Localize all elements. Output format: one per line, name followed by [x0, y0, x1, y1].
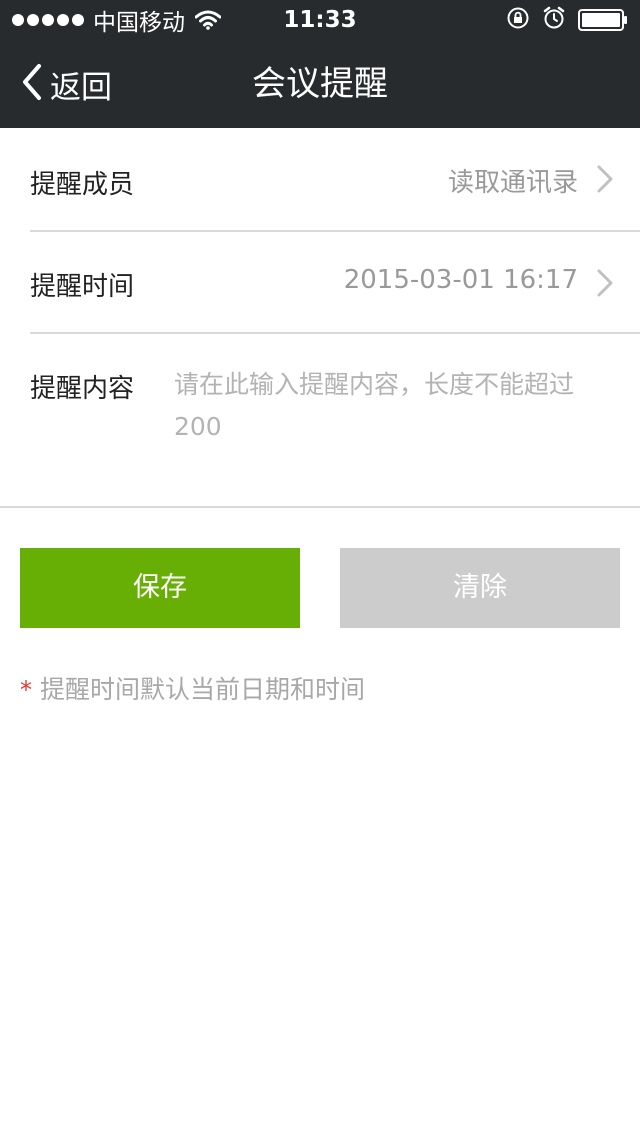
time-label: 提醒时间	[30, 272, 135, 302]
back-button[interactable]: 返回	[20, 40, 112, 128]
hint-text: 提醒时间默认当前日期和时间	[40, 675, 366, 704]
rotation-lock-icon	[506, 6, 530, 34]
time-row[interactable]: 提醒时间 2015-03-01 16:17	[0, 232, 640, 332]
required-star: *	[20, 676, 32, 704]
hint-note: * 提醒时间默认当前日期和时间	[20, 670, 365, 706]
time-value: 2015-03-01 16:17	[343, 265, 578, 295]
members-row[interactable]: 提醒成员 读取通讯录	[0, 128, 640, 230]
status-bar: 中国移动 11:33	[0, 0, 640, 40]
content-input[interactable]	[170, 364, 614, 464]
back-label: 返回	[50, 69, 112, 106]
save-button[interactable]: 保存	[20, 548, 300, 628]
members-value: 读取通讯录	[447, 168, 578, 198]
battery-icon	[578, 9, 628, 31]
chevron-right-icon	[596, 164, 614, 198]
clear-button[interactable]: 清除	[340, 548, 620, 628]
members-label: 提醒成员	[30, 170, 135, 200]
alarm-icon	[542, 6, 566, 34]
status-right	[506, 0, 628, 40]
content-label: 提醒内容	[30, 374, 135, 404]
nav-bar: 返回 会议提醒	[0, 40, 640, 128]
divider	[0, 506, 640, 508]
chevron-right-icon	[596, 268, 614, 302]
chevron-left-icon	[20, 62, 44, 106]
